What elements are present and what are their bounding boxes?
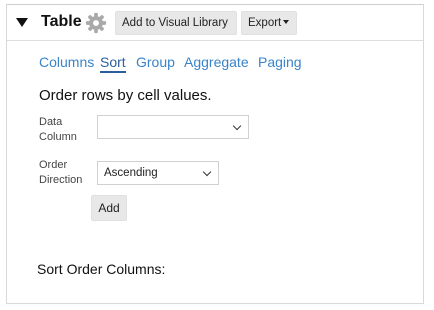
table-panel: Table Add to Visual Library Export Colum…: [6, 4, 424, 304]
sort-order-columns-heading: Sort Order Columns:: [37, 261, 166, 277]
order-direction-label-line2: Direction: [39, 174, 83, 186]
tab-aggregate[interactable]: Aggregate: [184, 54, 249, 70]
panel-header: Table Add to Visual Library Export: [7, 5, 423, 41]
add-to-visual-library-button[interactable]: Add to Visual Library: [115, 11, 237, 35]
add-to-visual-library-label: Add to Visual Library: [122, 17, 228, 29]
tab-paging[interactable]: Paging: [258, 54, 302, 70]
sort-heading: Order rows by cell values.: [39, 87, 212, 104]
tab-columns[interactable]: Columns: [39, 54, 94, 70]
export-label: Export: [248, 17, 282, 29]
order-direction-label: Order Direction: [39, 158, 82, 188]
data-column-label: Data Column: [39, 115, 77, 145]
data-column-label-line2: Column: [39, 131, 77, 143]
tab-group[interactable]: Group: [136, 54, 175, 70]
tab-sort[interactable]: Sort: [100, 54, 126, 73]
add-button[interactable]: Add: [91, 195, 127, 221]
chevron-down-icon: [232, 121, 242, 131]
collapse-toggle-icon[interactable]: [16, 18, 28, 27]
data-column-select[interactable]: [97, 115, 249, 139]
chevron-down-icon: [202, 167, 212, 177]
data-column-label-line1: Data: [39, 116, 63, 128]
export-button[interactable]: Export: [241, 11, 297, 35]
gear-icon[interactable]: [85, 12, 107, 34]
order-direction-select[interactable]: Ascending: [97, 161, 219, 185]
panel-title: Table: [41, 13, 82, 30]
order-direction-value: Ascending: [104, 167, 158, 179]
caret-down-icon: [283, 19, 290, 24]
order-direction-label-line1: Order: [39, 159, 68, 171]
